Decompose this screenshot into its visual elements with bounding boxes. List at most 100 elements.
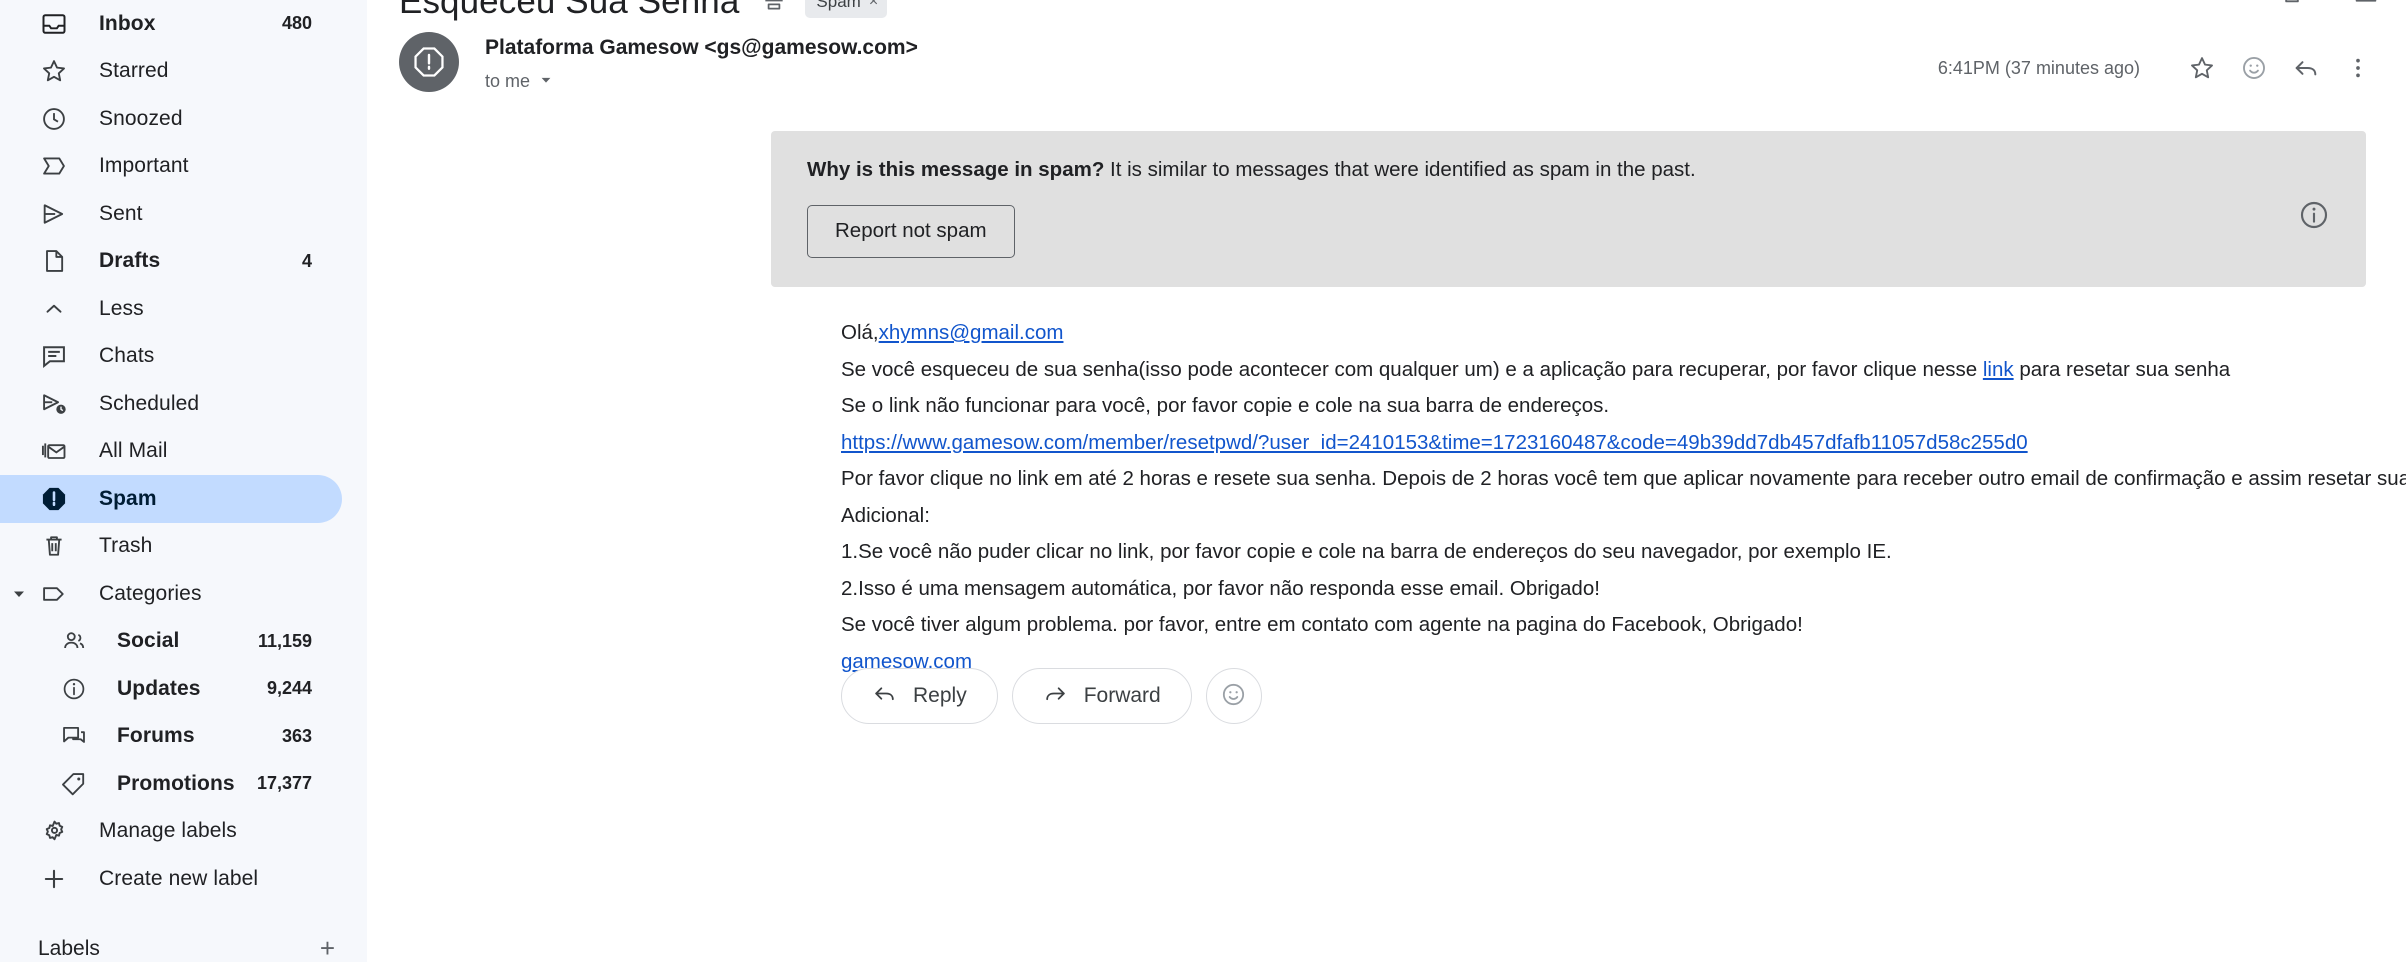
sidebar-item-snoozed[interactable]: Snoozed (0, 95, 342, 143)
chevron-up-icon (38, 293, 70, 325)
info-icon[interactable] (2298, 199, 2330, 236)
sidebar-item-inbox[interactable]: Inbox 480 (0, 0, 342, 48)
draft-icon (38, 245, 70, 277)
trash-icon (38, 530, 70, 562)
sidebar-item-categories[interactable]: Categories (0, 570, 342, 618)
recipient-label: to me (485, 71, 531, 91)
spam-badge-label: Spam (816, 0, 861, 11)
avatar (399, 32, 459, 92)
sidebar-item-label: Social (117, 629, 180, 653)
sidebar-item-count: 9,244 (266, 678, 312, 699)
sidebar-item-count: 4 (301, 250, 312, 271)
forward-icon (1043, 681, 1068, 712)
add-reaction-button[interactable] (1205, 668, 1262, 724)
sender-name: Plataforma Gamesow <gs@gamesow.com> (485, 36, 918, 59)
people-icon (60, 625, 88, 657)
sidebar-item-label: Sent (99, 201, 143, 225)
sidebar-item-label: Create new label (99, 866, 259, 890)
sidebar: Inbox 480 Starred Snoozed Important Sent… (0, 0, 367, 962)
sender-text: Plataforma Gamesow <gs@gamesow.com> to m… (485, 36, 918, 92)
report-not-spam-button[interactable]: Report not spam (807, 204, 1015, 258)
add-reaction-icon[interactable] (2228, 42, 2280, 94)
message-body: Olá,xhymns@gmail.com Se você esqueceu de… (841, 318, 2406, 683)
message-timestamp: 6:41PM (37 minutes ago) (1937, 57, 2140, 78)
plus-icon[interactable]: + (320, 933, 335, 962)
sidebar-item-count: 363 (281, 725, 312, 746)
tag-icon (60, 768, 88, 800)
body-line-3: Se o link não funcionar para você, por f… (841, 394, 1610, 417)
reply-button[interactable]: Reply (841, 668, 998, 724)
gear-icon (38, 815, 70, 847)
body-line-7: 1.Se você não puder clicar no link, por … (841, 540, 1892, 563)
message-pane: Esqueceu Sua Senha Spam × Plataforma Gam… (367, 0, 2406, 962)
reply-button-label: Reply (913, 684, 967, 707)
sidebar-item-chats[interactable]: Chats (0, 333, 342, 381)
body-line-2-b: para resetar sua senha (2013, 357, 2231, 381)
forward-button-label: Forward (1083, 684, 1161, 707)
sidebar-item-social[interactable]: Social 11,159 (0, 618, 342, 666)
print-icon[interactable] (761, 0, 787, 18)
caret-down-icon[interactable] (8, 583, 30, 605)
message-header-actions: 6:41PM (37 minutes ago) (1938, 42, 2384, 94)
forward-button[interactable]: Forward (1011, 668, 1192, 724)
sidebar-item-count: 17,377 (256, 773, 312, 794)
more-options-icon[interactable] (2332, 42, 2384, 94)
spam-banner-reason: It is similar to messages that were iden… (1104, 158, 1696, 181)
sidebar-item-label: Categories (99, 581, 202, 605)
recipient-line[interactable]: to me (485, 71, 918, 92)
sidebar-item-all-mail[interactable]: All Mail (0, 428, 342, 476)
sidebar-item-manage-labels[interactable]: Manage labels (0, 808, 342, 856)
print-all-icon[interactable] (2278, 0, 2306, 11)
sidebar-item-updates[interactable]: Updates 9,244 (0, 665, 342, 713)
sidebar-item-label: Scheduled (99, 391, 200, 415)
body-line-5: Por favor clique no link em até 2 horas … (841, 467, 2406, 490)
subject-row: Esqueceu Sua Senha Spam × (399, 0, 2366, 30)
chevron-down-icon[interactable] (539, 71, 553, 92)
close-icon[interactable]: × (869, 0, 878, 11)
status-badge[interactable]: Spam × (805, 0, 888, 18)
sidebar-item-important[interactable]: Important (0, 143, 342, 191)
sidebar-item-count: 480 (281, 13, 312, 34)
reset-link-inline[interactable]: link (1983, 358, 2014, 381)
spam-icon (38, 483, 70, 515)
sidebar-item-sent[interactable]: Sent (0, 190, 342, 238)
open-in-new-window-icon[interactable] (2352, 0, 2380, 11)
scheduled-icon (38, 388, 70, 420)
sidebar-item-scheduled[interactable]: Scheduled (0, 380, 342, 428)
send-icon (38, 198, 70, 230)
emoji-icon (1220, 681, 1247, 711)
reply-icon[interactable] (2280, 42, 2332, 94)
body-line-8: 2.Isso é uma mensagem automática, por fa… (841, 576, 1600, 600)
sidebar-item-spam[interactable]: Spam (0, 475, 342, 523)
sidebar-item-label: Manage labels (99, 819, 237, 843)
body-line-2: Se você esqueceu de sua senha(isso pode … (841, 355, 2366, 385)
important-icon (38, 150, 70, 182)
body-reset-url-line: https://www.gamesow.com/member/resetpwd/… (841, 428, 2366, 458)
gmail-message-view: Inbox 480 Starred Snoozed Important Sent… (0, 0, 2406, 962)
reset-password-url[interactable]: https://www.gamesow.com/member/resetpwd/… (841, 431, 2028, 454)
sidebar-item-label: Snoozed (99, 106, 183, 130)
spam-banner-question: Why is this message in spam? (807, 158, 1105, 181)
sidebar-item-label: Trash (99, 534, 153, 558)
sidebar-item-starred[interactable]: Starred (0, 48, 342, 96)
body-line-2-a: Se você esqueceu de sua senha(isso pode … (841, 357, 1983, 381)
sidebar-item-less[interactable]: Less (0, 285, 342, 333)
sidebar-item-label: Chats (99, 344, 155, 368)
chat-icon (38, 340, 70, 372)
body-greeting: Olá,xhymns@gmail.com (841, 318, 2366, 348)
sidebar-item-label: All Mail (99, 439, 168, 463)
sidebar-item-trash[interactable]: Trash (0, 523, 342, 571)
message-action-row: Reply Forward (841, 668, 1262, 724)
sidebar-item-label: Spam (99, 486, 157, 510)
star-icon[interactable] (2176, 42, 2228, 94)
sidebar-item-label: Important (99, 154, 189, 178)
clock-icon (38, 103, 70, 135)
sidebar-item-drafts[interactable]: Drafts 4 (0, 238, 342, 286)
inbox-icon (38, 8, 70, 40)
sender-email-link[interactable]: xhymns@gmail.com (879, 321, 1064, 344)
sidebar-item-create-new-label[interactable]: Create new label (0, 855, 342, 903)
sidebar-item-count: 11,159 (257, 630, 312, 651)
sidebar-item-label: Promotions (117, 771, 235, 795)
sidebar-item-promotions[interactable]: Promotions 17,377 (0, 760, 342, 808)
sidebar-item-forums[interactable]: Forums 363 (0, 713, 342, 761)
